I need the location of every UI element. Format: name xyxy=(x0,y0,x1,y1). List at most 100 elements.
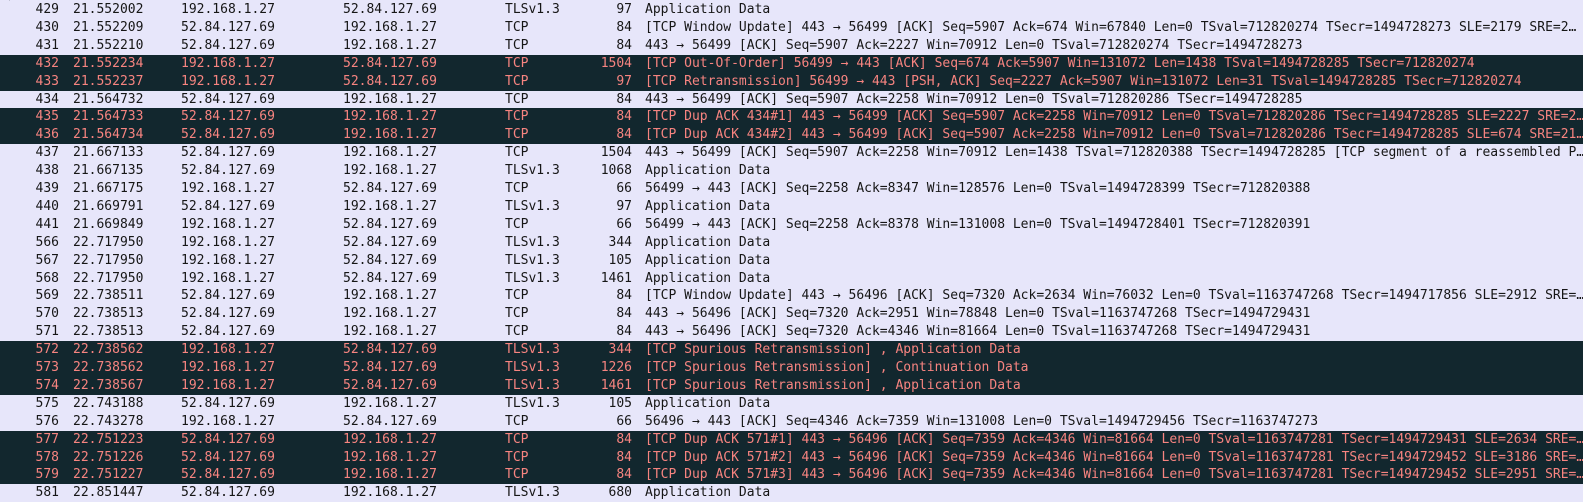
packet-row[interactable]: 433 21.552237 192.168.1.27 52.84.127.69 TCP 9… xyxy=(0,72,1583,91)
packet-time: 21.564732 xyxy=(73,91,144,107)
packet-destination: 192.168.1.27 xyxy=(343,19,437,35)
packet-time: 21.552234 xyxy=(73,55,144,71)
packet-row[interactable]: 440 21.669791 52.84.127.69 192.168.1.27 TLSv… xyxy=(0,197,1583,216)
packet-length: 84 xyxy=(616,324,632,340)
packet-destination: 192.168.1.27 xyxy=(343,127,437,143)
packet-info: Application Data xyxy=(645,270,771,286)
packet-length: 97 xyxy=(616,73,632,89)
packet-row[interactable]: 570 22.738513 52.84.127.69 192.168.1.27 TCP 8… xyxy=(0,305,1583,324)
packet-info: [TCP Out-Of-Order] 56499 → 443 [ACK] Seq… xyxy=(645,55,1475,71)
packet-row[interactable]: 441 21.669849 192.168.1.27 52.84.127.69 TCP 6… xyxy=(0,215,1583,234)
packet-row[interactable]: 430 21.552209 52.84.127.69 192.168.1.27 TCP 8… xyxy=(0,18,1583,37)
packet-info: Application Data xyxy=(645,2,771,17)
packet-destination: 192.168.1.27 xyxy=(343,37,437,53)
packet-info: [TCP Dup ACK 571#2] 443 → 56496 [ACK] Se… xyxy=(645,449,1583,465)
packet-source: 192.168.1.27 xyxy=(181,413,275,429)
packet-protocol: TLSv1.3 xyxy=(505,234,560,250)
packet-destination: 192.168.1.27 xyxy=(343,324,437,340)
packet-number: 433 xyxy=(35,73,59,89)
packet-source: 192.168.1.27 xyxy=(181,377,275,393)
packet-row[interactable]: 429 21.552002 192.168.1.27 52.84.127.69 TLSv… xyxy=(0,1,1583,19)
packet-destination: 52.84.127.69 xyxy=(343,342,437,358)
packet-protocol: TLSv1.3 xyxy=(505,377,560,393)
packet-info: [TCP Window Update] 443 → 56499 [ACK] Se… xyxy=(645,19,1577,35)
packet-row[interactable]: 571 22.738513 52.84.127.69 192.168.1.27 TCP 8… xyxy=(0,323,1583,342)
packet-protocol: TLSv1.3 xyxy=(505,252,560,268)
packet-number: 431 xyxy=(35,37,59,53)
packet-row[interactable]: 581 22.851447 52.84.127.69 192.168.1.27 TLSv… xyxy=(0,484,1583,502)
packet-row[interactable]: 567 22.717950 192.168.1.27 52.84.127.69 TLSv… xyxy=(0,251,1583,270)
packet-number: 429 xyxy=(35,2,59,17)
packet-info: 443 → 56499 [ACK] Seq=5907 Ack=2227 Win=… xyxy=(645,37,1303,53)
packet-row[interactable]: 569 22.738511 52.84.127.69 192.168.1.27 TCP 8… xyxy=(0,287,1583,306)
packet-list[interactable]: 429 21.552002 192.168.1.27 52.84.127.69 TLSv… xyxy=(0,0,1583,502)
packet-source: 192.168.1.27 xyxy=(181,360,275,375)
packet-protocol: TLSv1.3 xyxy=(505,198,560,214)
packet-row[interactable]: 576 22.743278 192.168.1.27 52.84.127.69 TCP 6… xyxy=(0,412,1583,431)
packet-time: 22.738511 xyxy=(73,288,144,304)
packet-number: 571 xyxy=(35,324,59,340)
packet-number: 579 xyxy=(35,467,59,483)
packet-length: 344 xyxy=(608,342,632,358)
packet-destination: 52.84.127.69 xyxy=(343,270,437,286)
packet-row[interactable]: 577 22.751223 52.84.127.69 192.168.1.27 TCP 8… xyxy=(0,430,1583,449)
packet-protocol: TLSv1.3 xyxy=(505,395,560,411)
packet-number: 570 xyxy=(35,306,59,322)
packet-destination: 192.168.1.27 xyxy=(343,306,437,322)
packet-row[interactable]: 437 21.667133 52.84.127.69 192.168.1.27 TCP 1… xyxy=(0,144,1583,163)
packet-protocol: TCP xyxy=(505,127,529,143)
packet-number: 576 xyxy=(35,413,59,429)
packet-number: 568 xyxy=(35,270,59,286)
packet-info: [TCP Spurious Retransmission] , Applicat… xyxy=(645,377,1021,393)
packet-length: 66 xyxy=(616,216,632,232)
packet-length: 344 xyxy=(608,234,632,250)
packet-row[interactable]: 438 21.667135 52.84.127.69 192.168.1.27 TLSv… xyxy=(0,162,1583,181)
packet-row[interactable]: 566 22.717950 192.168.1.27 52.84.127.69 TLSv… xyxy=(0,233,1583,252)
packet-protocol: TCP xyxy=(505,306,529,322)
packet-row[interactable]: 572 22.738562 192.168.1.27 52.84.127.69 TLSv… xyxy=(0,341,1583,360)
packet-protocol: TLSv1.3 xyxy=(505,342,560,358)
packet-row[interactable]: 439 21.667175 192.168.1.27 52.84.127.69 TCP 6… xyxy=(0,180,1583,198)
packet-length: 1461 xyxy=(600,270,632,286)
packet-number: 581 xyxy=(35,485,59,501)
packet-time: 22.717950 xyxy=(73,270,144,286)
packet-row[interactable]: 436 21.564734 52.84.127.69 192.168.1.27 TCP 8… xyxy=(0,126,1583,145)
packet-number: 569 xyxy=(35,288,59,304)
packet-source: 192.168.1.27 xyxy=(181,2,275,17)
packet-row[interactable]: 578 22.751226 52.84.127.69 192.168.1.27 TCP 8… xyxy=(0,448,1583,467)
packet-number: 437 xyxy=(35,145,59,161)
packet-info: Application Data xyxy=(645,252,771,268)
packet-row[interactable]: 434 21.564732 52.84.127.69 192.168.1.27 TCP 8… xyxy=(0,90,1583,109)
packet-source: 52.84.127.69 xyxy=(181,324,275,340)
packet-row[interactable]: 573 22.738562 192.168.1.27 52.84.127.69 TLSv… xyxy=(0,359,1583,377)
packet-row[interactable]: 431 21.552210 52.84.127.69 192.168.1.27 TCP 8… xyxy=(0,36,1583,55)
packet-number: 441 xyxy=(35,216,59,232)
packet-source: 52.84.127.69 xyxy=(181,467,275,483)
packet-row[interactable]: 579 22.751227 52.84.127.69 192.168.1.27 TCP 8… xyxy=(0,466,1583,485)
packet-time: 22.738513 xyxy=(73,306,144,322)
packet-row[interactable]: 435 21.564733 52.84.127.69 192.168.1.27 TCP 8… xyxy=(0,108,1583,127)
packet-protocol: TLSv1.3 xyxy=(505,2,560,17)
packet-info: [TCP Spurious Retransmission] , Applicat… xyxy=(645,342,1021,358)
packet-number: 575 xyxy=(35,395,59,411)
packet-time: 21.552209 xyxy=(73,19,144,35)
packet-length: 84 xyxy=(616,306,632,322)
packet-row[interactable]: 574 22.738567 192.168.1.27 52.84.127.69 TLSv… xyxy=(0,376,1583,395)
packet-time: 21.667175 xyxy=(73,181,144,196)
packet-destination: 52.84.127.69 xyxy=(343,55,437,71)
packet-length: 1068 xyxy=(600,163,632,179)
packet-info: 443 → 56496 [ACK] Seq=7320 Ack=4346 Win=… xyxy=(645,324,1311,340)
packet-row[interactable]: 432 21.552234 192.168.1.27 52.84.127.69 TCP 1… xyxy=(0,54,1583,73)
packet-row[interactable]: 575 22.743188 52.84.127.69 192.168.1.27 TLSv… xyxy=(0,394,1583,413)
packet-source: 52.84.127.69 xyxy=(181,485,275,501)
packet-row[interactable]: 568 22.717950 192.168.1.27 52.84.127.69 TLSv… xyxy=(0,269,1583,288)
packet-source: 192.168.1.27 xyxy=(181,234,275,250)
packet-time: 22.717950 xyxy=(73,234,144,250)
packet-length: 84 xyxy=(616,19,632,35)
packet-number: 432 xyxy=(35,55,59,71)
packet-length: 84 xyxy=(616,431,632,447)
packet-length: 84 xyxy=(616,127,632,143)
packet-time: 21.667133 xyxy=(73,145,144,161)
packet-destination: 192.168.1.27 xyxy=(343,449,437,465)
packet-length: 84 xyxy=(616,467,632,483)
